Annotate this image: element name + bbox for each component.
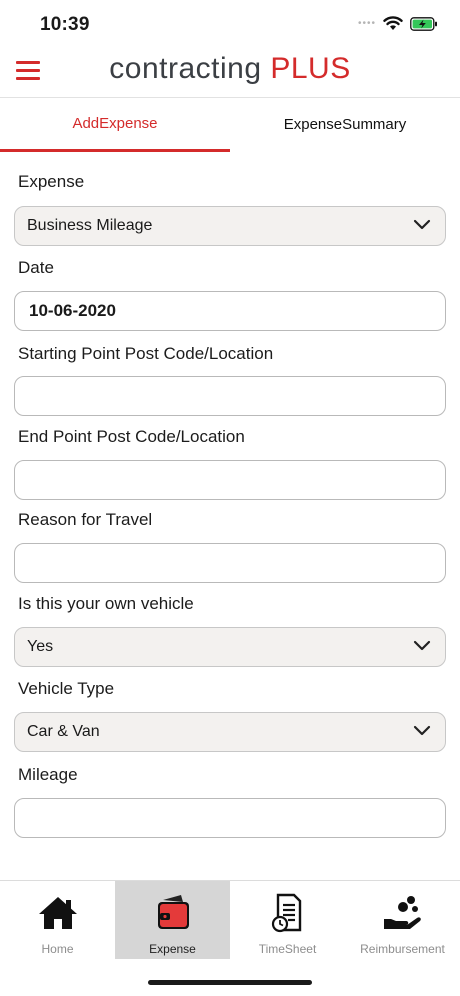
- app-header: contracting PLUS: [0, 48, 460, 98]
- date-label: Date: [18, 258, 54, 277]
- expense-select[interactable]: Business Mileage: [14, 206, 446, 246]
- nav-expense[interactable]: Expense: [115, 881, 230, 959]
- travel-reason-input[interactable]: [14, 543, 446, 583]
- wallet-icon: [157, 895, 189, 929]
- tab-expense-summary[interactable]: ExpenseSummary: [230, 98, 460, 152]
- logo-text: contracting: [109, 52, 271, 85]
- timesheet-icon: [271, 893, 301, 933]
- bottom-nav: Home Expense TimeSheet Reimbursement: [0, 880, 460, 959]
- mileage-input[interactable]: [14, 798, 446, 838]
- nav-reimbursement[interactable]: Reimbursement: [345, 881, 460, 959]
- chevron-down-icon: [413, 219, 431, 230]
- nav-home-label: Home: [41, 942, 74, 956]
- chevron-down-icon: [413, 640, 431, 651]
- end-location-label: End Point Post Code/Location: [18, 427, 245, 446]
- tab-bar: AddExpense ExpenseSummary: [0, 98, 460, 152]
- date-field[interactable]: 10-06-2020: [14, 291, 446, 331]
- chevron-down-icon: [413, 725, 431, 736]
- status-bar: 10:39 ••••: [0, 0, 460, 48]
- status-time: 10:39: [40, 14, 90, 35]
- own-vehicle-label: Is this your own vehicle: [18, 594, 194, 613]
- own-vehicle-select-value: Yes: [27, 638, 54, 655]
- logo-accent-text: PLUS: [270, 52, 351, 85]
- status-icons: ••••: [358, 16, 438, 31]
- start-location-label: Starting Point Post Code/Location: [18, 344, 274, 363]
- start-location-input[interactable]: [14, 376, 446, 416]
- mileage-label: Mileage: [18, 765, 78, 784]
- signal-icon: ••••: [357, 18, 376, 29]
- vehicle-type-label: Vehicle Type: [18, 679, 115, 698]
- nav-timesheet-label: TimeSheet: [258, 942, 317, 956]
- vehicle-type-select-value: Car & Van: [27, 723, 100, 740]
- expense-label: Expense: [18, 172, 85, 191]
- nav-home[interactable]: Home: [0, 881, 115, 959]
- own-vehicle-select[interactable]: Yes: [14, 627, 446, 667]
- tab-add-expense[interactable]: AddExpense: [0, 98, 230, 152]
- expense-select-value: Business Mileage: [27, 217, 153, 234]
- app-logo: contracting PLUS: [0, 52, 460, 86]
- vehicle-type-select[interactable]: Car & Van: [14, 712, 446, 752]
- nav-timesheet[interactable]: TimeSheet: [230, 881, 345, 959]
- home-icon: [38, 897, 77, 929]
- wifi-icon: [383, 16, 403, 30]
- home-indicator: [148, 980, 312, 985]
- travel-reason-label: Reason for Travel: [18, 510, 153, 529]
- nav-expense-label: Expense: [149, 942, 196, 956]
- end-location-input[interactable]: [14, 460, 446, 500]
- nav-reimbursement-label: Reimbursement: [360, 942, 445, 956]
- battery-charging-icon: [410, 16, 437, 31]
- reimbursement-icon: [383, 896, 421, 929]
